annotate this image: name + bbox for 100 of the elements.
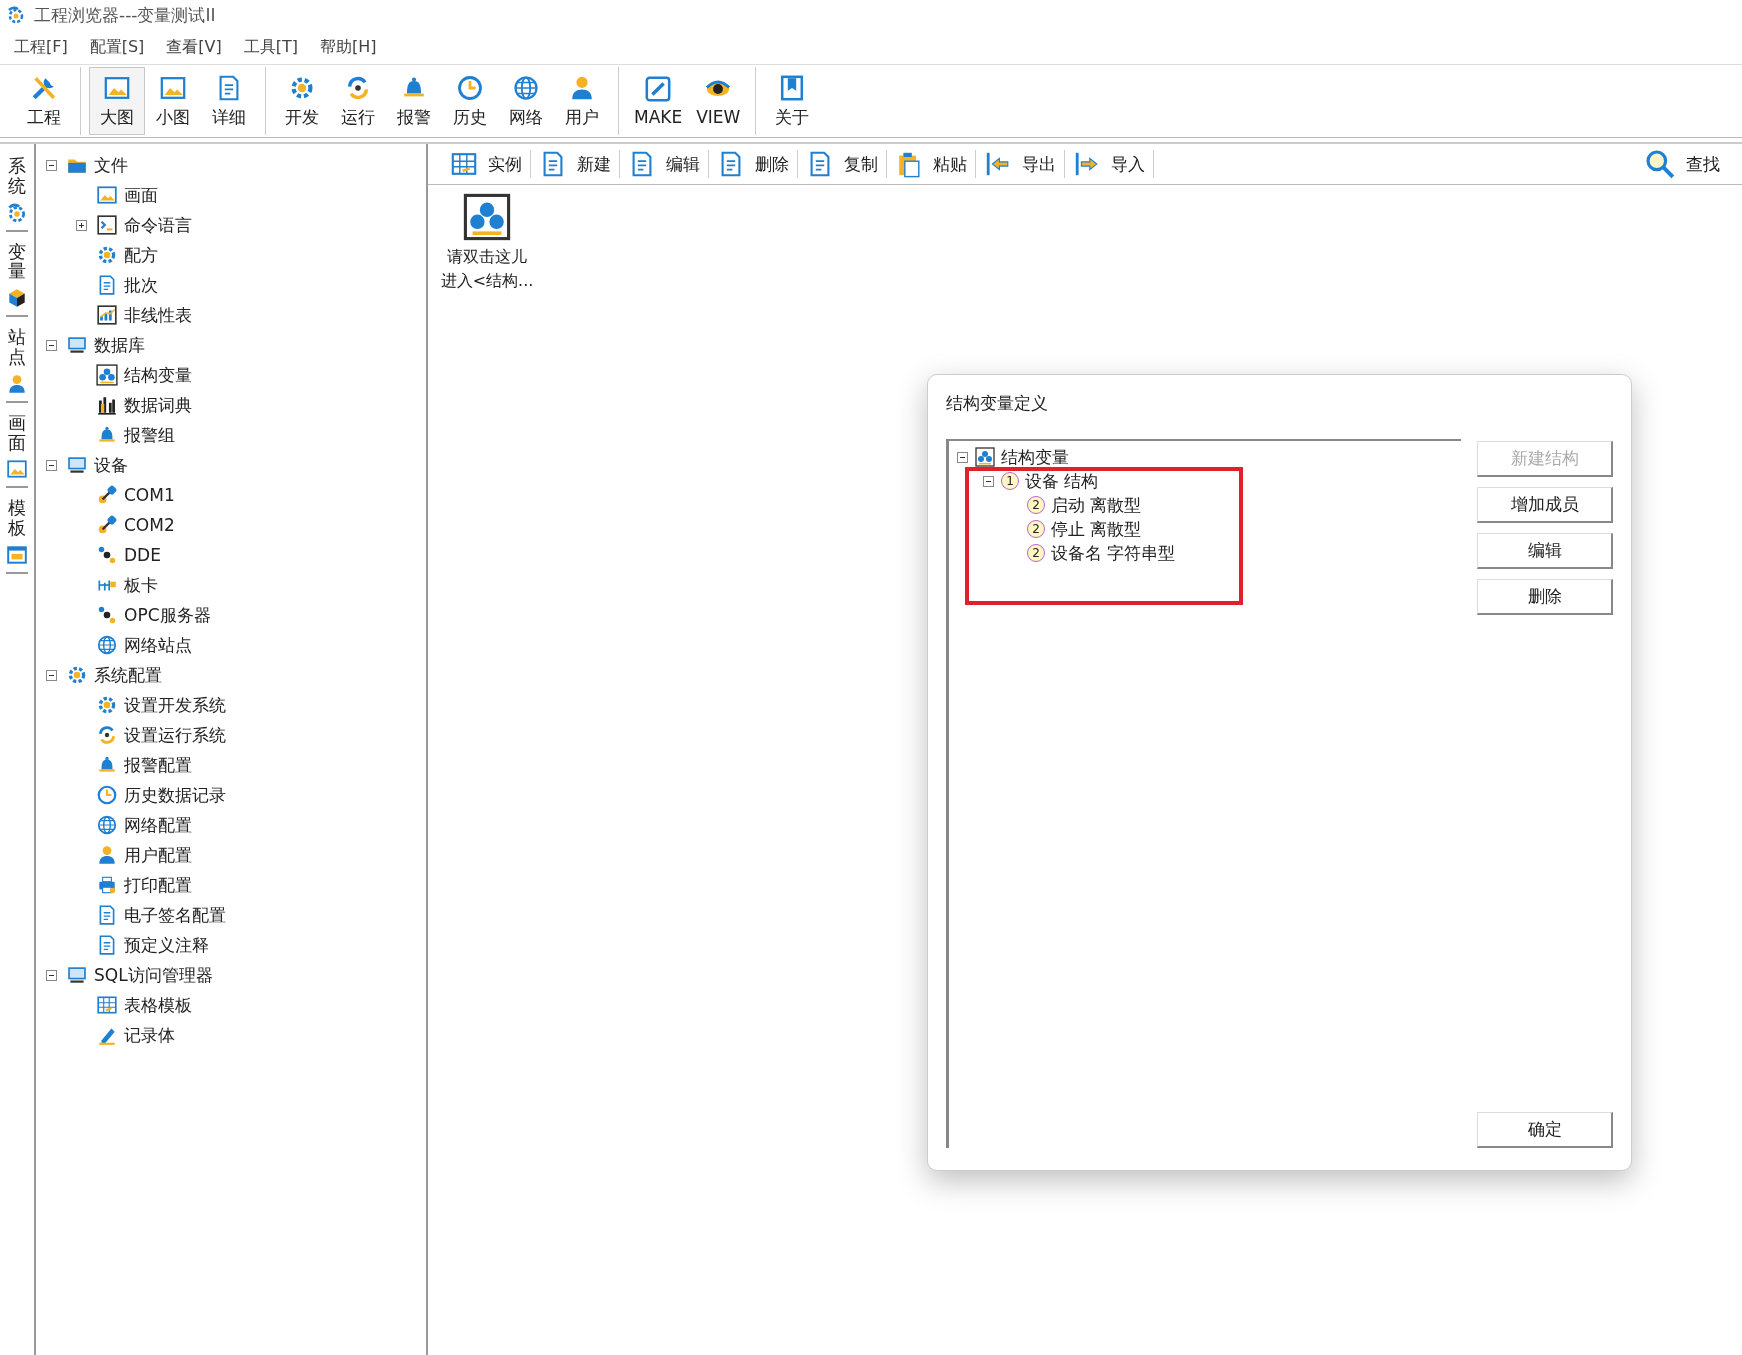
tree-item[interactable]: 表格模板	[124, 993, 192, 1017]
menu-item[interactable]: 配置[S]	[79, 32, 155, 62]
tree-item[interactable]: 启动 离散型	[1051, 493, 1142, 517]
toolbar-button[interactable]: VIEW	[689, 67, 748, 135]
tree-item[interactable]: 板卡	[124, 573, 158, 597]
tree-item[interactable]: 报警组	[124, 423, 175, 447]
picture-icon	[6, 458, 28, 481]
tree-item[interactable]: 网络配置	[124, 813, 192, 837]
toolbar-button[interactable]: MAKE	[627, 67, 690, 135]
tree-item[interactable]: 配方	[124, 243, 158, 267]
monitor-icon	[66, 964, 88, 986]
toolbar-button[interactable]: 关于	[764, 67, 821, 135]
side-tab[interactable]: 系统	[8, 156, 26, 196]
tree-item[interactable]: 数据库	[94, 333, 145, 357]
monitor-icon	[66, 334, 88, 356]
toolbar-button[interactable]: 实例	[442, 150, 531, 178]
menu-item[interactable]: 帮助[H]	[310, 32, 387, 62]
toolbar-button[interactable]: 工程	[16, 67, 72, 135]
tree-item[interactable]: 用户配置	[124, 843, 192, 867]
expand-toggle[interactable]	[75, 219, 87, 231]
side-tab[interactable]: 站点	[8, 327, 26, 367]
toolbar-button[interactable]: 删除	[709, 150, 798, 178]
toolbar-button[interactable]: 用户	[554, 67, 610, 135]
tree-item[interactable]: 报警配置	[124, 753, 192, 777]
toolbar-button[interactable]: 运行	[330, 67, 386, 135]
tree-item[interactable]: 命令语言	[124, 213, 192, 237]
hierarchy-icon	[975, 447, 995, 467]
monitor-icon	[66, 454, 88, 476]
ok-button[interactable]: 确定	[1477, 1112, 1613, 1148]
toolbar-button[interactable]: 历史	[442, 67, 498, 135]
tree-item[interactable]: 文件	[94, 153, 128, 177]
dialog-button[interactable]: 编辑	[1477, 533, 1613, 569]
bar-chart-icon	[96, 394, 118, 416]
tree-item[interactable]: 历史数据记录	[124, 783, 226, 807]
tree-item[interactable]: 预定义注释	[124, 933, 209, 957]
level-badge: 2	[1027, 520, 1045, 538]
tree-item[interactable]: 网络站点	[124, 633, 192, 657]
tree-item[interactable]: COM2	[124, 515, 175, 535]
tree-item[interactable]: 数据词典	[124, 393, 192, 417]
tree-item[interactable]: 记录体	[124, 1023, 175, 1047]
connector-icon	[96, 484, 118, 506]
dialog-button[interactable]: 增加成员	[1477, 487, 1613, 523]
side-tab[interactable]: 画面	[8, 412, 26, 453]
menu-item[interactable]: 工具[T]	[233, 32, 309, 62]
toolbar-button[interactable]: 详细	[201, 67, 257, 135]
person-icon	[6, 372, 28, 395]
search-button[interactable]: 查找	[1636, 148, 1728, 180]
tree-item[interactable]: 设置开发系统	[124, 693, 226, 717]
dots-icon	[96, 604, 118, 626]
gear-icon	[6, 201, 28, 224]
collapse-toggle[interactable]	[45, 669, 57, 681]
toolbar-button[interactable]: 大图	[89, 67, 145, 135]
collapse-toggle[interactable]	[956, 451, 968, 463]
collapse-toggle[interactable]	[45, 459, 57, 471]
item-label[interactable]: 请双击这儿 进入<结构...	[440, 245, 534, 293]
tree-item[interactable]: SQL访问管理器	[94, 963, 213, 987]
collapse-toggle[interactable]	[45, 339, 57, 351]
tree-item[interactable]: 系统配置	[94, 663, 162, 687]
toolbar-button[interactable]: 开发	[274, 67, 330, 135]
toolbar-button[interactable]: 编辑	[620, 150, 709, 178]
cube-icon	[6, 287, 28, 310]
tree-item[interactable]: 电子签名配置	[124, 903, 226, 927]
tree-item[interactable]: 停止 离散型	[1051, 517, 1142, 541]
toolbar-button[interactable]: 网络	[498, 67, 554, 135]
toolbar-button[interactable]: 导入	[1065, 150, 1154, 178]
level-badge: 1	[1001, 472, 1019, 490]
toolbar-button[interactable]: 导出	[976, 150, 1065, 178]
menu-item[interactable]: 工程[F]	[4, 32, 78, 62]
toolbar-button[interactable]: 新建	[531, 150, 620, 178]
tree-item[interactable]: 设置运行系统	[124, 723, 226, 747]
toolbar-button[interactable]: 报警	[386, 67, 442, 135]
side-tab[interactable]: 变量	[8, 241, 26, 282]
tree-item[interactable]: 画面	[124, 183, 158, 207]
collapse-toggle[interactable]	[45, 159, 57, 171]
tree-item[interactable]: 设备名 字符串型	[1051, 541, 1176, 565]
tree-item[interactable]: 设备	[94, 453, 128, 477]
tree-item[interactable]: 设备 结构	[1025, 469, 1099, 493]
globe-icon	[96, 814, 118, 836]
dots-icon	[96, 544, 118, 566]
toolbar-button[interactable]: 粘贴	[887, 150, 976, 178]
tree-item[interactable]: COM1	[124, 485, 175, 505]
person-icon	[96, 844, 118, 866]
toolbar-button[interactable]: 复制	[798, 150, 887, 178]
tree-item[interactable]: 打印配置	[124, 873, 192, 897]
tree-item[interactable]: 结构变量	[1001, 445, 1069, 469]
tree-item[interactable]: 非线性表	[124, 303, 192, 327]
gear-icon	[96, 694, 118, 716]
tree-item[interactable]: DDE	[124, 545, 161, 565]
level-badge: 2	[1027, 544, 1045, 562]
picture-icon	[96, 184, 118, 206]
dialog-title: 结构变量定义	[946, 391, 1049, 415]
collapse-toggle[interactable]	[982, 475, 994, 487]
side-tab[interactable]: 模板	[8, 498, 26, 538]
dialog-button[interactable]: 删除	[1477, 579, 1613, 615]
toolbar-button[interactable]: 小图	[145, 67, 201, 135]
menu-item[interactable]: 查看[V]	[156, 32, 232, 62]
tree-item[interactable]: OPC服务器	[124, 603, 211, 627]
tree-item[interactable]: 结构变量	[124, 363, 192, 387]
tree-item[interactable]: 批次	[124, 273, 158, 297]
collapse-toggle[interactable]	[45, 969, 57, 981]
